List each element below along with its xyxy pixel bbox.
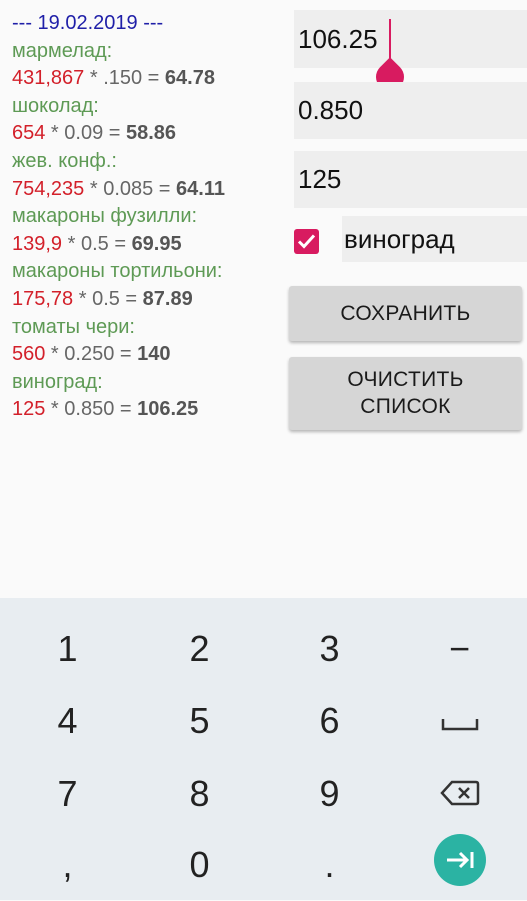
next-field-icon [447, 851, 474, 869]
item-calc: 560 * 0.250 = 140 [12, 341, 282, 369]
key-7[interactable]: 7 [2, 757, 133, 830]
item-name: жев. конф.: [12, 149, 117, 172]
list-item: макароны фузилли: 139,9 * 0.5 = 69.95 [12, 203, 282, 258]
key-backspace[interactable] [394, 757, 525, 830]
item-qty: 754,235 [12, 177, 85, 200]
item-name: макароны тортильони: [12, 260, 223, 283]
item-qty: 560 [12, 343, 46, 366]
item-name: виноград: [12, 370, 103, 393]
list-item: томаты чери: 560 * 0.250 = 140 [12, 314, 282, 369]
item-calc: 139,9 * 0.5 = 69.95 [12, 231, 282, 259]
item-calc: 175,78 * 0.5 = 87.89 [12, 286, 282, 314]
key-5[interactable]: 5 [134, 684, 265, 757]
item-qty: 139,9 [12, 232, 63, 255]
product-checkbox[interactable] [294, 229, 319, 254]
list-item: мармелад: 431,867 * .150 = 64.78 [12, 38, 282, 93]
clear-list-button[interactable]: ОЧИСТИТЬ СПИСОК [289, 357, 522, 430]
key-9[interactable]: 9 [264, 757, 395, 830]
backspace-icon [439, 780, 479, 806]
item-name: макароны фузилли: [12, 205, 198, 228]
item-op: * 0.5 = [62, 232, 132, 255]
clear-label-line2: СПИСОК [360, 395, 451, 418]
item-op: * .150 = [84, 67, 165, 90]
item-result: 64.11 [176, 177, 225, 200]
item-result: 64.78 [164, 67, 215, 90]
key-1[interactable]: 1 [2, 612, 133, 685]
product-name-field[interactable]: виноград [342, 216, 527, 262]
item-qty: 431,867 [12, 67, 85, 90]
item-result: 69.95 [131, 232, 182, 255]
list-item: макароны тортильони: 175,78 * 0.5 = 87.8… [12, 258, 282, 313]
list-item: виноград: 125 * 0.850 = 106.25 [12, 369, 282, 424]
key-3[interactable]: 3 [264, 612, 395, 685]
item-op: * 0.09 = [45, 122, 126, 145]
key-space[interactable] [394, 684, 525, 757]
item-qty: 125 [12, 398, 46, 421]
enter-button[interactable] [434, 834, 486, 886]
item-op: * 0.850 = [45, 398, 138, 421]
key-minus[interactable]: − [394, 612, 525, 685]
key-period[interactable]: . [264, 828, 395, 901]
total-field[interactable]: 106.25 [294, 10, 527, 68]
item-name: мармелад: [12, 39, 113, 62]
list-item: жев. конф.: 754,235 * 0.085 = 64.11 [12, 148, 282, 203]
clear-label-line1: ОЧИСТИТЬ [347, 368, 464, 391]
item-calc: 754,235 * 0.085 = 64.11 [12, 176, 282, 204]
item-calc: 654 * 0.09 = 58.86 [12, 120, 282, 148]
key-0[interactable]: 0 [134, 828, 265, 901]
item-op: * 0.250 = [45, 343, 138, 366]
item-result: 140 [137, 343, 171, 366]
item-qty: 654 [12, 122, 46, 145]
coefficient-field[interactable]: 0.850 [294, 82, 527, 139]
key-2[interactable]: 2 [134, 612, 265, 685]
item-calc: 125 * 0.850 = 106.25 [12, 396, 282, 424]
item-result: 106.25 [137, 398, 199, 421]
shopping-list: --- 19.02.2019 --- мармелад: 431,867 * .… [12, 10, 282, 424]
item-result: 58.86 [126, 122, 177, 145]
item-name: шоколад: [12, 94, 99, 117]
list-date: --- 19.02.2019 --- [12, 12, 164, 34]
item-op: * 0.085 = [84, 177, 177, 200]
key-4[interactable]: 4 [2, 684, 133, 757]
quantity-field[interactable]: 125 [294, 151, 527, 208]
numeric-keyboard: 1 2 3 − 4 5 6 7 8 9 , 0 . [0, 598, 527, 900]
key-6[interactable]: 6 [264, 684, 395, 757]
item-op: * 0.5 = [73, 287, 143, 310]
key-comma[interactable]: , [2, 828, 133, 901]
item-qty: 175,78 [12, 287, 74, 310]
check-icon [297, 234, 316, 249]
key-8[interactable]: 8 [134, 757, 265, 830]
item-calc: 431,867 * .150 = 64.78 [12, 65, 282, 93]
save-button[interactable]: СОХРАНИТЬ [289, 286, 522, 341]
list-item: шоколад: 654 * 0.09 = 58.86 [12, 93, 282, 148]
item-result: 87.89 [142, 287, 193, 310]
space-icon [441, 719, 478, 731]
item-name: томаты чери: [12, 315, 135, 338]
